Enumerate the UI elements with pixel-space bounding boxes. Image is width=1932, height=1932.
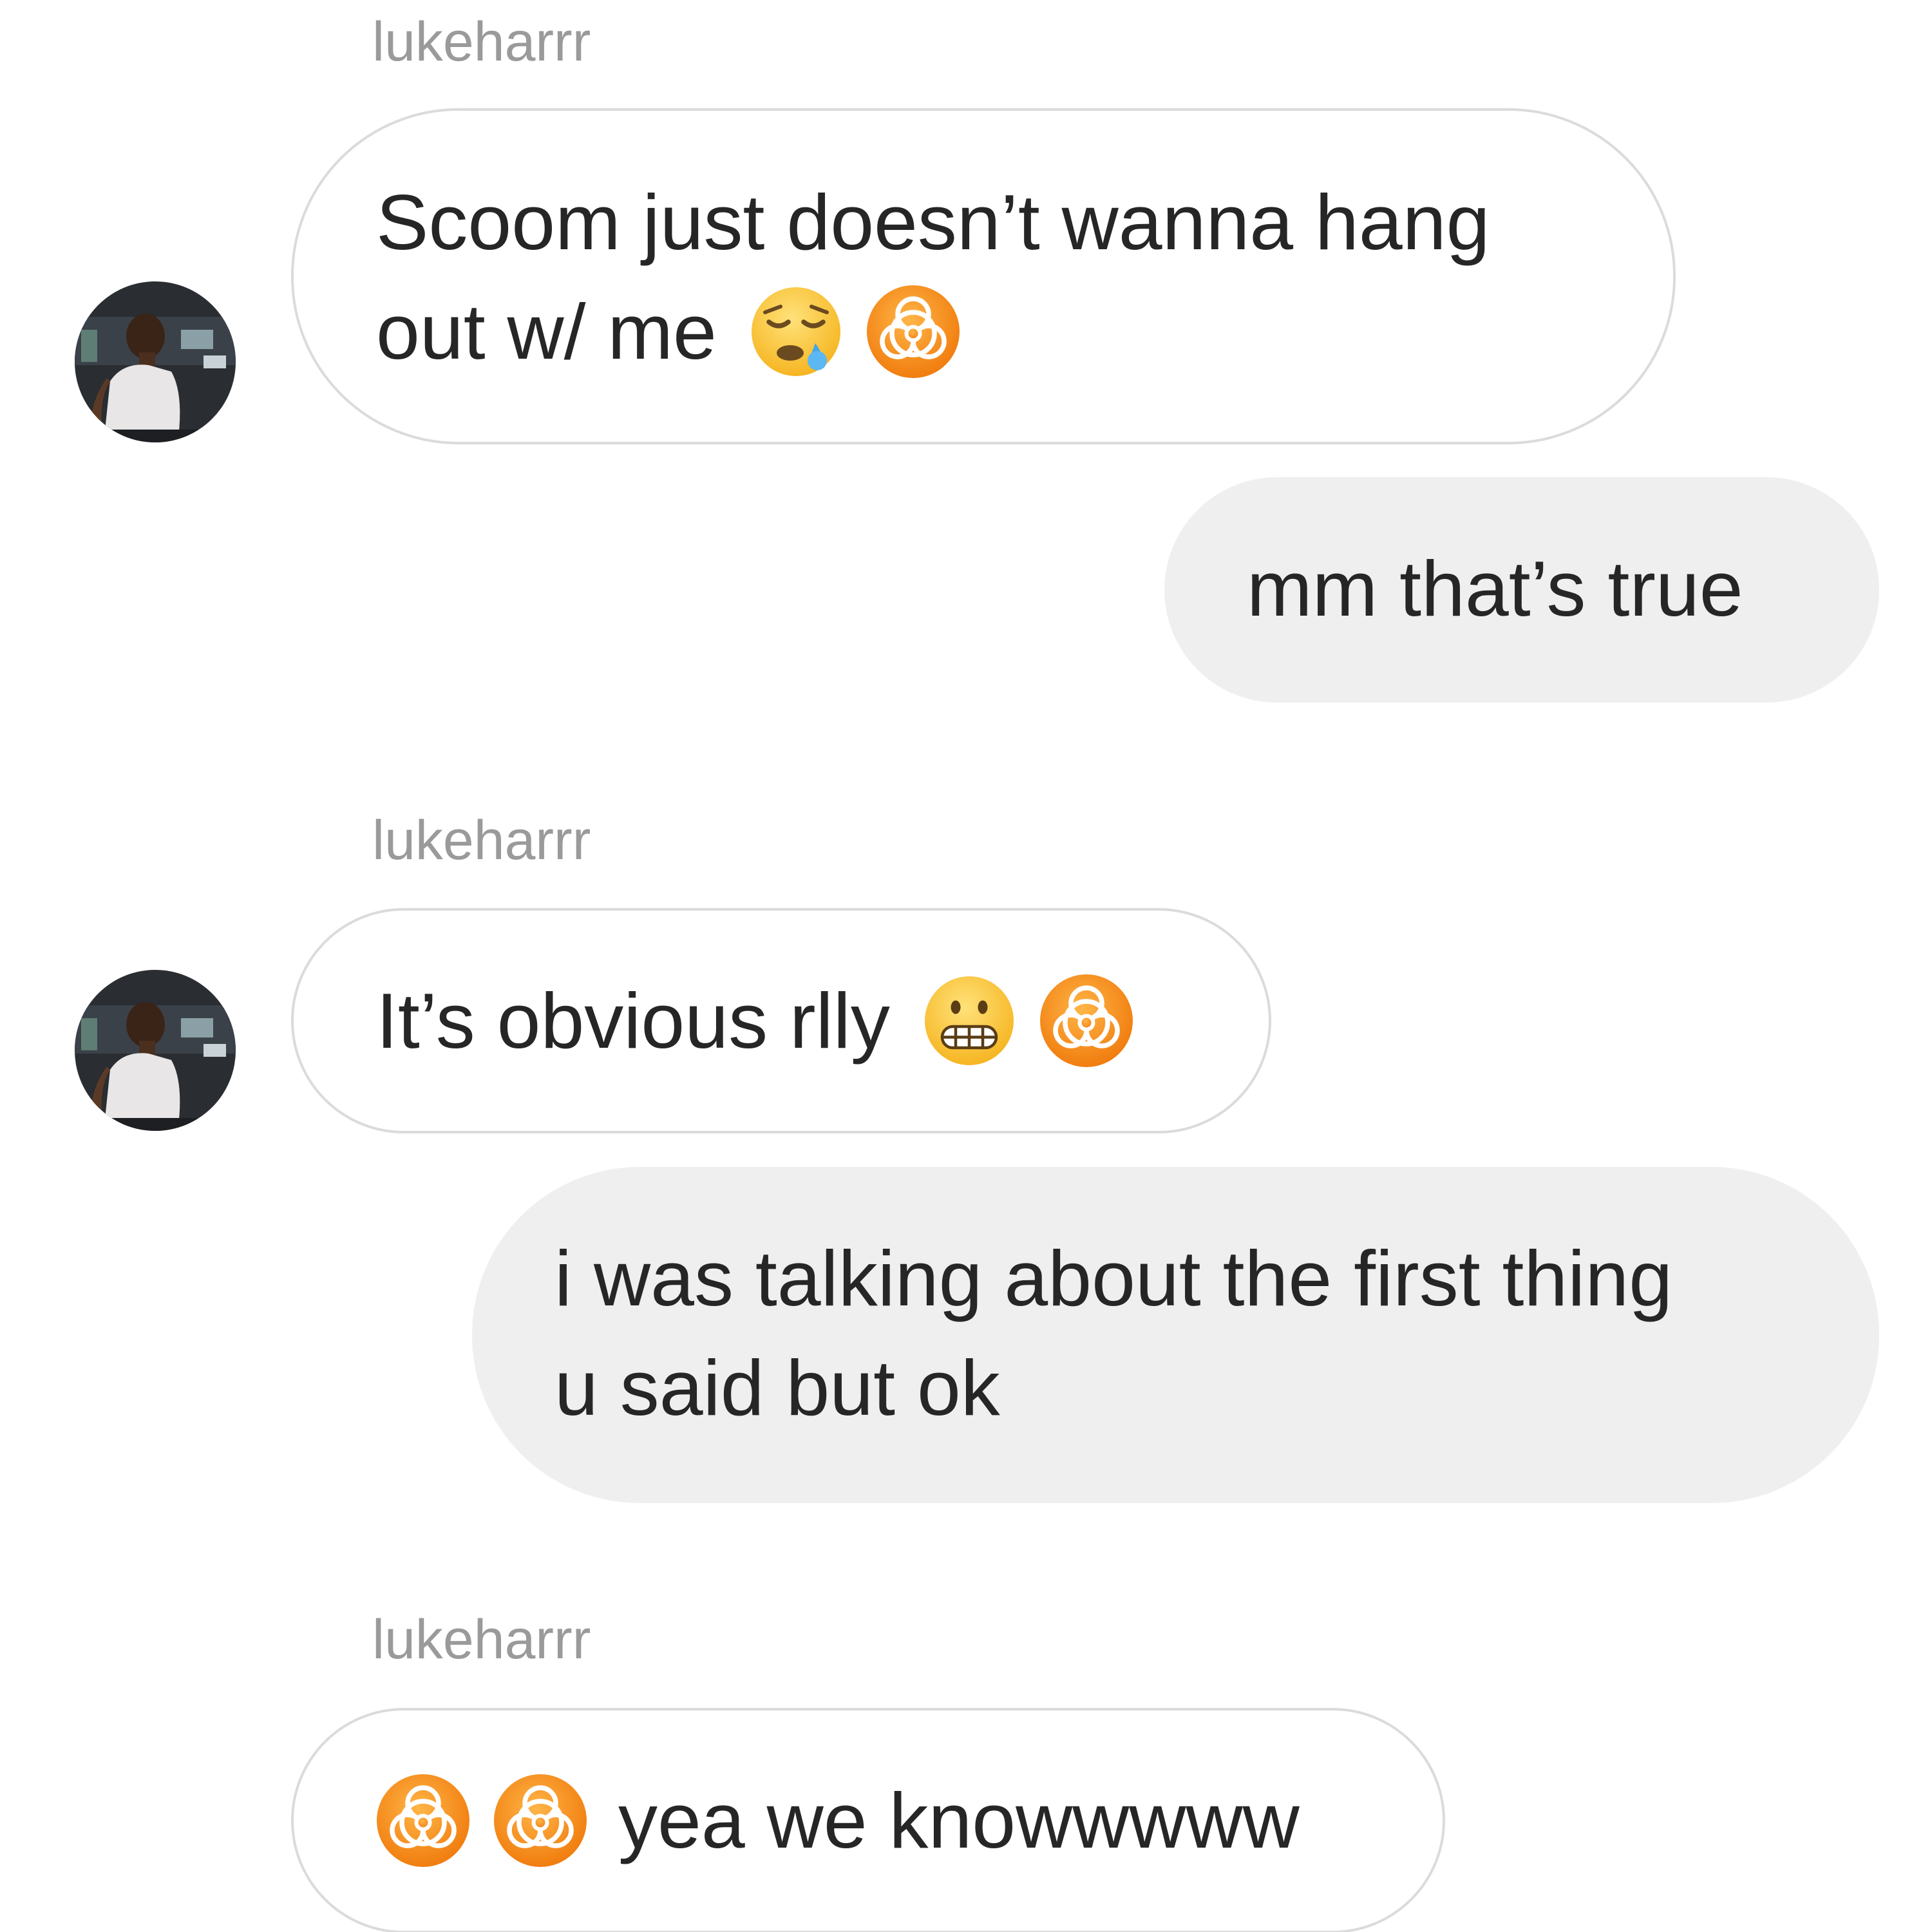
message-text-line: yea we knowwwww <box>376 1766 1443 1875</box>
incoming-message-bubble[interactable]: yea we knowwwww <box>291 1708 1445 1932</box>
grimacing-face-icon <box>921 972 1018 1069</box>
outgoing-message-bubble[interactable]: i was talking about the first thing u sa… <box>472 1167 1879 1503</box>
sender-name: lukeharrr <box>372 11 591 73</box>
biohazard-icon <box>492 1772 589 1869</box>
message-text-line: mm that’s true <box>1247 534 1879 643</box>
message-text: u said but ok <box>554 1344 1000 1432</box>
outgoing-message-bubble[interactable]: mm that’s true <box>1164 477 1879 703</box>
message-text: It’s obvious rlly <box>376 977 890 1065</box>
message-text-line: It’s obvious rlly <box>376 966 1269 1075</box>
incoming-message-bubble[interactable]: It’s obvious rlly <box>291 908 1271 1133</box>
chat-thread: lukeharrr Scoom just doesn’t wanna hang … <box>0 0 1932 1932</box>
message-text: yea we knowwwww <box>618 1777 1300 1864</box>
incoming-message-bubble[interactable]: Scoom just doesn’t wanna hang out w/ me <box>291 108 1676 444</box>
message-text: i was talking about the first thing <box>554 1235 1673 1322</box>
biohazard-icon <box>1038 972 1135 1069</box>
message-text-line: i was talking about the first thing <box>554 1224 1879 1333</box>
message-text-line: u said but ok <box>554 1333 1879 1443</box>
message-text: out w/ me <box>376 288 717 375</box>
avatar[interactable] <box>75 970 236 1131</box>
sleepy-face-icon <box>748 283 844 380</box>
message-text-line: out w/ me <box>376 277 1673 386</box>
message-text-line: Scoom just doesn’t wanna hang <box>376 167 1673 277</box>
sender-name: lukeharrr <box>372 1609 591 1671</box>
message-text: mm that’s true <box>1247 545 1743 632</box>
biohazard-icon <box>865 283 961 380</box>
biohazard-icon <box>375 1772 471 1869</box>
message-text: Scoom just doesn’t wanna hang <box>376 178 1490 266</box>
sender-name: lukeharrr <box>372 810 591 871</box>
avatar[interactable] <box>75 281 236 442</box>
